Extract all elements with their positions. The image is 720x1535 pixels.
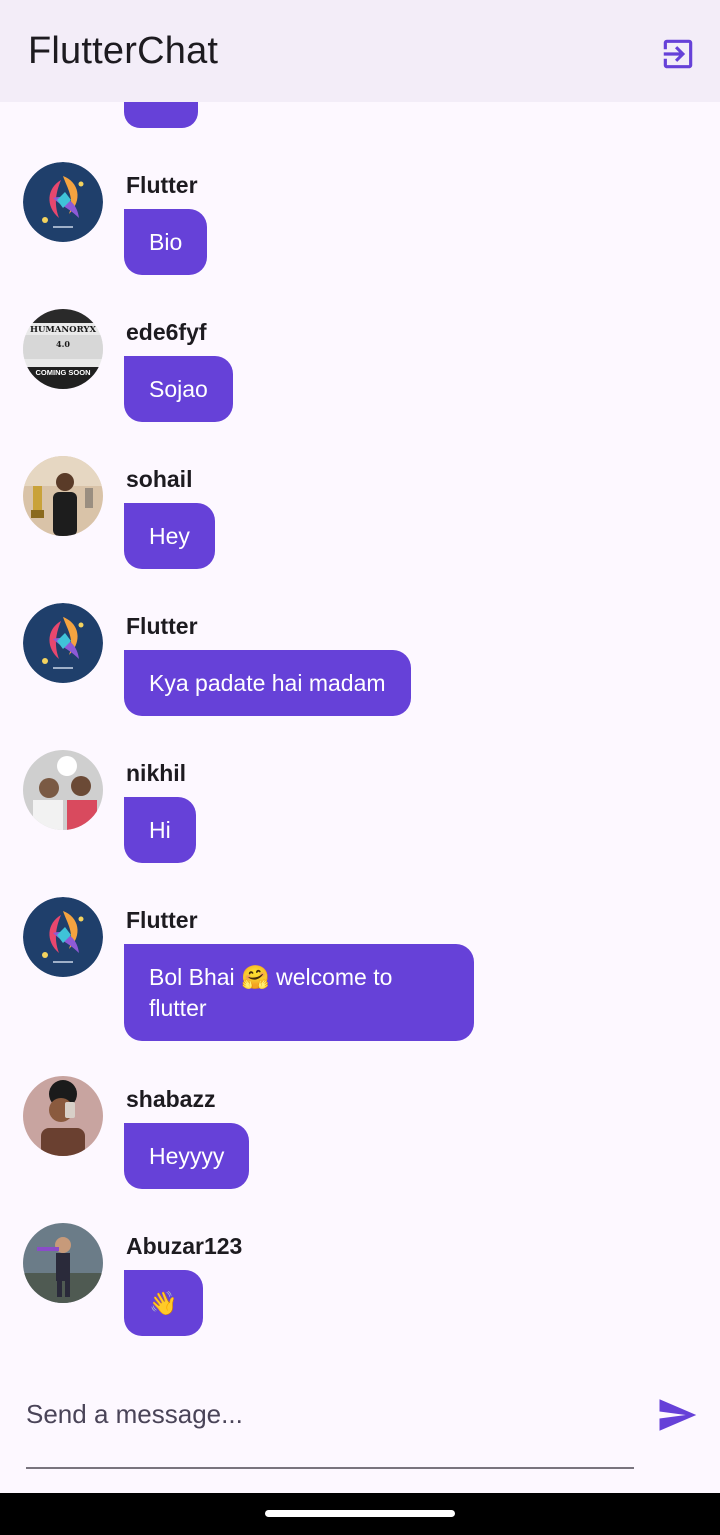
- flutter-logo-avatar: [23, 162, 103, 242]
- flutter-logo-avatar: [23, 897, 103, 977]
- message-bubble: Hi: [124, 797, 196, 863]
- chat-screen: FlutterChat Flutter Bio HUMANORYX 4.0 CO…: [0, 0, 720, 1535]
- message-input[interactable]: [26, 1386, 634, 1442]
- message-sender: nikhil: [126, 760, 187, 786]
- system-navigation-bar: [0, 1493, 720, 1535]
- selfie-photo-avatar: [23, 1076, 103, 1156]
- message-sender: ede6fyf: [126, 319, 207, 345]
- send-icon: [659, 1399, 697, 1431]
- message-bubble: Hey: [124, 503, 215, 569]
- input-underline: [26, 1467, 634, 1469]
- poster-avatar: HUMANORYX 4.0 COMING SOON: [23, 309, 103, 389]
- send-button[interactable]: [652, 1390, 702, 1440]
- logout-button[interactable]: [654, 30, 702, 78]
- game-character-avatar: [23, 1223, 103, 1303]
- app-bar: FlutterChat: [0, 0, 720, 102]
- home-gesture-handle[interactable]: [265, 1510, 455, 1517]
- message-bubble: 👋: [124, 1270, 203, 1336]
- previous-message-bubble: [124, 102, 198, 128]
- message-bubble: Bol Bhai 🤗 welcome to flutter: [124, 944, 474, 1041]
- poster-subtitle: COMING SOON: [35, 368, 90, 377]
- message-bubble: Kya padate hai madam: [124, 650, 411, 716]
- message-bubble: Bio: [124, 209, 208, 275]
- person-photo-avatar: [23, 456, 103, 536]
- message-sender: shabazz: [126, 1086, 216, 1112]
- message-sender: Flutter: [126, 613, 198, 639]
- message-composer: [0, 1360, 720, 1493]
- message-sender: sohail: [126, 466, 193, 492]
- message-bubble: Sojao: [124, 356, 233, 422]
- message-sender: Abuzar123: [126, 1233, 243, 1259]
- message-bubble: Heyyyy: [124, 1123, 250, 1189]
- logout-icon: [663, 39, 693, 69]
- message-sender: Flutter: [126, 907, 198, 933]
- poster-version: 4.0: [56, 339, 70, 349]
- app-title: FlutterChat: [28, 30, 219, 72]
- message-list[interactable]: Flutter Bio HUMANORYX 4.0 COMING SOON ed…: [0, 102, 720, 1352]
- flutter-logo-avatar: [23, 603, 103, 683]
- group-photo-avatar: [23, 750, 103, 830]
- poster-title: HUMANORYX: [30, 325, 96, 335]
- message-sender: Flutter: [126, 172, 198, 198]
